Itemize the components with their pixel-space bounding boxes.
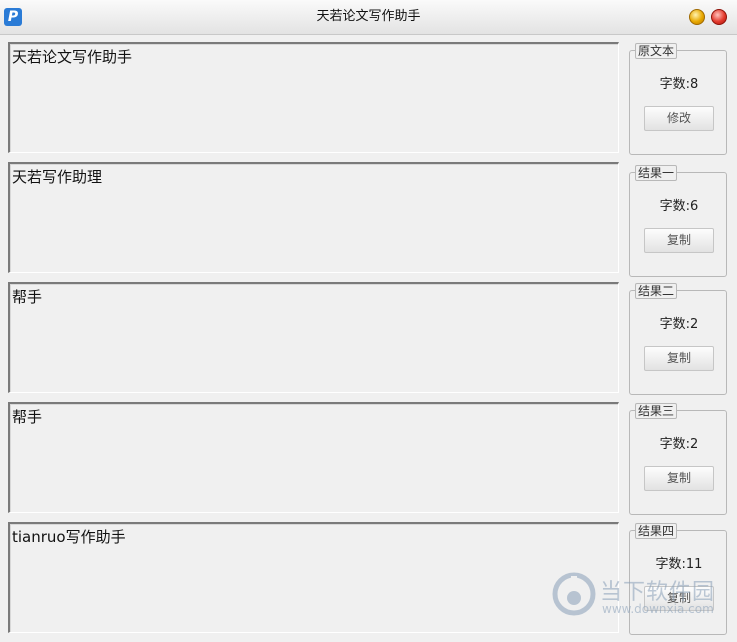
result-4-text-area[interactable]: tianruo写作助手 bbox=[8, 522, 619, 633]
char-count: 字数:2 bbox=[659, 317, 699, 332]
result-2-group: 结果二 字数:2 复制 bbox=[629, 283, 727, 395]
char-count: 字数:2 bbox=[659, 437, 699, 452]
original-text-group: 原文本 字数:8 修改 bbox=[629, 43, 727, 155]
result-2-text-area[interactable]: 帮手 bbox=[8, 282, 619, 393]
watermark-logo-icon bbox=[552, 572, 596, 616]
minimize-button[interactable] bbox=[689, 9, 705, 25]
window-title: 天若论文写作助手 bbox=[316, 9, 421, 24]
char-count: 字数:11 bbox=[655, 557, 703, 572]
group-legend: 原文本 bbox=[635, 43, 678, 59]
char-count: 字数:8 bbox=[659, 77, 699, 92]
copy-button[interactable]: 复制 bbox=[644, 466, 714, 491]
original-text-area[interactable]: 天若论文写作助手 bbox=[8, 42, 619, 153]
result-1-group: 结果一 字数:6 复制 bbox=[629, 165, 727, 277]
edit-button[interactable]: 修改 bbox=[644, 106, 714, 131]
char-count: 字数:6 bbox=[659, 199, 699, 214]
group-legend: 结果三 bbox=[635, 403, 678, 419]
group-legend: 结果四 bbox=[635, 523, 678, 539]
close-button[interactable] bbox=[711, 9, 727, 25]
result-1-text-area[interactable]: 天若写作助理 bbox=[8, 162, 619, 273]
watermark: 当下软件园 www.downxia.com bbox=[552, 572, 722, 622]
result-3-group: 结果三 字数:2 复制 bbox=[629, 403, 727, 515]
copy-button[interactable]: 复制 bbox=[644, 228, 714, 253]
group-legend: 结果二 bbox=[635, 283, 678, 299]
copy-button[interactable]: 复制 bbox=[644, 346, 714, 371]
title-bar: P 天若论文写作助手 bbox=[0, 0, 737, 35]
watermark-url: www.downxia.com bbox=[602, 602, 714, 616]
result-3-text-area[interactable]: 帮手 bbox=[8, 402, 619, 513]
group-legend: 结果一 bbox=[635, 165, 678, 181]
